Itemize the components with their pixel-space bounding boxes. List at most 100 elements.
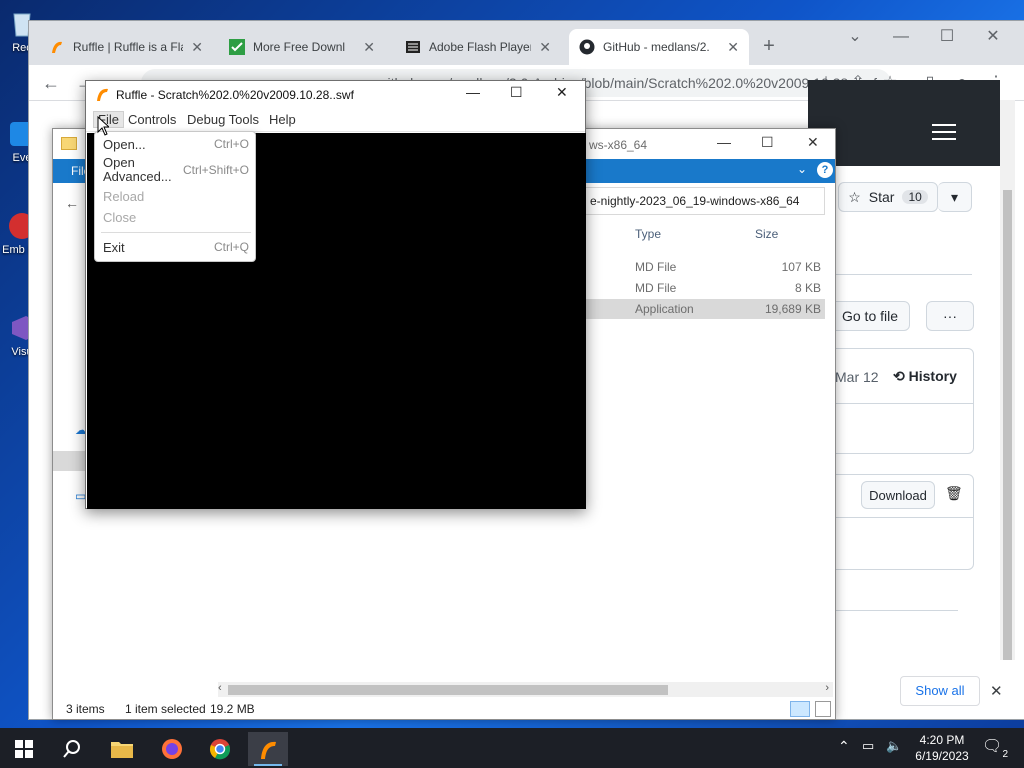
tab-more-free-downloads[interactable]: More Free Downl ✕ — [219, 29, 385, 65]
clock-date: 6/19/2023 — [915, 749, 969, 763]
taskbar: ⌃ ▭ 🔈 4:20 PM 6/19/2023 🗨 2 — [0, 728, 1024, 768]
ribbon-expand-icon[interactable]: ⌄ — [797, 162, 807, 176]
window-maximize-icon[interactable]: ☐ — [933, 23, 961, 51]
scroll-right-icon[interactable]: › — [825, 682, 829, 694]
menu-item-label: Open Advanced... — [103, 155, 172, 184]
menu-item-label: Close — [103, 210, 137, 225]
menu-item-shortcut: Ctrl+Shift+O — [182, 163, 249, 177]
history-link[interactable]: ⟲ History — [893, 368, 957, 385]
tab-close-icon[interactable]: ✕ — [727, 39, 739, 56]
ruffle-titlebar: Ruffle - Scratch%202.0%20v2009.10.28..sw… — [86, 81, 585, 108]
file-type: MD File — [635, 260, 677, 274]
system-clock[interactable]: 4:20 PM 6/19/2023 — [912, 732, 972, 764]
file-size: 8 KB — [794, 281, 821, 295]
menu-item-label: Reload — [103, 189, 145, 204]
file-row-selected[interactable]: Application 19,689 KB — [583, 299, 825, 319]
downloads-bar-close-icon[interactable]: ✕ — [990, 682, 1003, 700]
more-options-button[interactable]: ··· — [926, 301, 974, 331]
start-button[interactable] — [4, 732, 44, 766]
search-icon — [63, 740, 80, 758]
star-dropdown-button[interactable]: ▾ — [938, 182, 972, 212]
go-to-file-button[interactable]: Go to file — [830, 301, 910, 331]
star-button[interactable]: ☆ Star 10 — [838, 182, 938, 212]
history-icon: ⟲ — [893, 368, 905, 384]
status-item-count: 3 items — [66, 702, 105, 716]
menu-item-reload: Reload — [103, 189, 249, 204]
tab-title: Adobe Flash Player 3 — [429, 40, 532, 54]
show-all-downloads-button[interactable]: Show all — [900, 676, 980, 706]
details-view-icon[interactable] — [790, 701, 810, 717]
column-type[interactable]: Type — [635, 227, 661, 241]
tab-ruffle[interactable]: Ruffle | Ruffle is a Flas ✕ — [39, 29, 213, 65]
window-close-icon[interactable]: ✕ — [979, 23, 1007, 51]
menu-item-shortcut: Ctrl+Q — [213, 240, 249, 254]
tab-close-icon[interactable]: ✕ — [191, 39, 203, 56]
trash-icon[interactable]: 🗑 — [945, 485, 963, 502]
ruffle-minimize-icon[interactable]: — — [466, 84, 480, 100]
menu-item-label: Open... — [103, 137, 146, 152]
tab-github[interactable]: GitHub - medlans/2. ✕ — [569, 29, 749, 65]
menu-debug-tools[interactable]: Debug Tools — [183, 112, 263, 127]
tab-strip: Ruffle | Ruffle is a Flas ✕ More Free Do… — [29, 21, 1024, 65]
page-scrollbar-thumb[interactable] — [1003, 190, 1012, 660]
ruffle-window-title: Ruffle - Scratch%202.0%20v2009.10.28..sw… — [116, 88, 354, 102]
download-button[interactable]: Download — [861, 481, 935, 509]
explorer-back-icon[interactable]: ← — [65, 195, 79, 211]
ruffle-maximize-icon[interactable]: ☐ — [510, 84, 523, 101]
large-icons-view-icon[interactable] — [815, 701, 831, 717]
column-size[interactable]: Size — [755, 227, 778, 241]
tab-close-icon[interactable]: ✕ — [363, 39, 375, 56]
clock-time: 4:20 PM — [919, 733, 965, 747]
menu-item-label: Exit — [103, 240, 125, 255]
ruffle-favicon-icon — [49, 39, 65, 55]
explorer-minimize-icon[interactable]: — — [717, 134, 731, 150]
chrome-icon — [210, 739, 230, 760]
explorer-status-bar: 3 items 1 item selected 19.2 MB — [53, 699, 835, 721]
explorer-address-bar[interactable]: e-nightly-2023_06_19-windows-x86_64 — [583, 187, 825, 215]
file-explorer-taskbar-button[interactable] — [102, 732, 142, 766]
explorer-maximize-icon[interactable]: ☐ — [761, 134, 774, 151]
explorer-close-icon[interactable]: ✕ — [807, 134, 819, 151]
firefox-taskbar-button[interactable] — [152, 732, 192, 766]
ruffle-close-icon[interactable]: ✕ — [556, 84, 568, 101]
menu-item-close: Close — [103, 210, 249, 225]
commit-date: Mar 12 — [835, 369, 879, 385]
tab-title: GitHub - medlans/2. — [603, 40, 710, 54]
file-row[interactable]: MD File 107 KB — [583, 257, 825, 277]
search-button[interactable] — [52, 732, 92, 766]
star-count-badge: 10 — [902, 190, 928, 204]
new-tab-button[interactable]: + — [755, 32, 783, 60]
star-icon: ☆ — [848, 188, 861, 205]
window-minimize-icon[interactable]: — — [887, 23, 915, 51]
menu-help[interactable]: Help — [265, 112, 300, 127]
notification-center-button[interactable]: 🗨 2 — [982, 736, 1008, 760]
show-hidden-icons-icon[interactable]: ⌃ — [838, 738, 850, 755]
github-header — [808, 80, 1000, 166]
horizontal-scrollbar-thumb[interactable] — [228, 685, 668, 695]
help-icon[interactable]: ? — [817, 162, 833, 178]
page-scrollbar[interactable] — [1000, 100, 1015, 660]
chrome-taskbar-button[interactable] — [200, 732, 240, 766]
scroll-left-icon[interactable]: ‹ — [218, 682, 222, 694]
ruffle-logo-icon — [94, 86, 110, 102]
notification-icon: 🗨 — [982, 738, 1003, 755]
windows-logo-icon — [15, 740, 33, 758]
ruffle-taskbar-button[interactable] — [248, 732, 288, 766]
ruffle-logo-icon — [261, 741, 276, 759]
tab-adobe-flash[interactable]: Adobe Flash Player 3 ✕ — [395, 29, 561, 65]
back-icon[interactable]: ← — [37, 69, 65, 97]
folder-icon — [61, 137, 77, 150]
menu-item-exit[interactable]: Exit Ctrl+Q — [103, 240, 249, 255]
mouse-cursor-icon — [97, 116, 109, 136]
file-row[interactable]: MD File 8 KB — [583, 278, 825, 298]
menu-controls[interactable]: Controls — [124, 112, 180, 127]
volume-muted-icon[interactable]: 🔈 — [886, 738, 902, 754]
tab-close-icon[interactable]: ✕ — [539, 39, 551, 56]
menu-item-open-advanced[interactable]: Open Advanced... Ctrl+Shift+O — [103, 156, 249, 184]
archive-favicon-icon — [405, 39, 421, 55]
menu-item-open[interactable]: Open... Ctrl+O — [103, 137, 249, 152]
tab-search-icon[interactable]: ⌄ — [841, 23, 869, 51]
network-tray-icon[interactable]: ▭ — [862, 738, 874, 754]
hamburger-menu-icon[interactable] — [932, 124, 956, 140]
menu-item-shortcut: Ctrl+O — [213, 137, 249, 151]
